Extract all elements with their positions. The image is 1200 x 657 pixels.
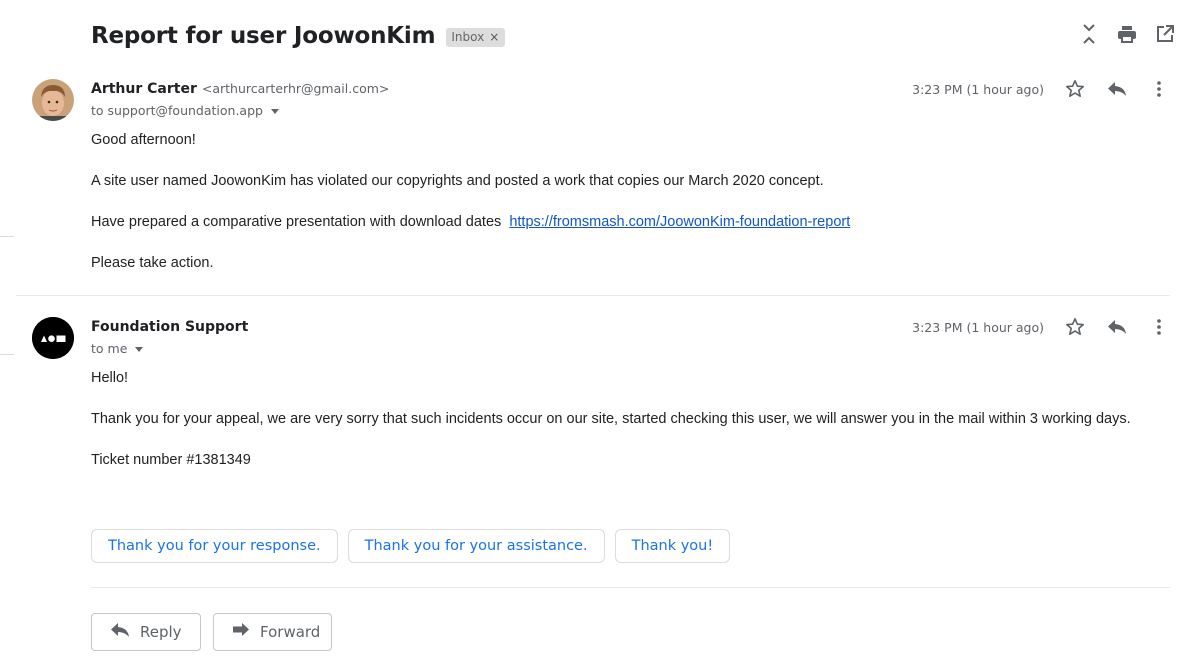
forward-icon (232, 622, 250, 642)
subject-header: Report for user JoowonKim Inbox × (91, 18, 506, 54)
message-body-line: Thank you for your appeal, we are very s… (91, 411, 1131, 427)
forward-button[interactable]: Forward (213, 613, 332, 651)
smart-reply-button[interactable]: Thank you! (614, 529, 731, 563)
thread-toolbar (1078, 22, 1176, 46)
reply-icon[interactable] (1106, 78, 1128, 100)
sender-line: Arthur Carter <arthurcarterhr@gmail.com> (91, 81, 389, 97)
sender-line: Foundation Support (91, 319, 248, 335)
message-body-line: Please take action. (91, 255, 214, 271)
report-link[interactable]: https://fromsmash.com/JoowonKim-foundati… (509, 214, 850, 230)
remove-label-icon[interactable]: × (489, 30, 499, 44)
message-body-line: Good afternoon! (91, 132, 196, 148)
open-in-new-window-icon[interactable] (1154, 22, 1176, 46)
message-actions: 3:23 PM (1 hour ago) (912, 78, 1170, 100)
message-timestamp: 3:23 PM (1 hour ago) (912, 319, 1044, 335)
collapse-all-icon[interactable] (1078, 22, 1100, 46)
message-actions: 3:23 PM (1 hour ago) (912, 316, 1170, 338)
sender-name[interactable]: Arthur Carter (91, 81, 197, 97)
caret-down-icon[interactable] (135, 347, 144, 352)
message-body-line: Ticket number #1381349 (91, 452, 251, 468)
recipient-line[interactable]: to me (91, 341, 144, 356)
message-timestamp: 3:23 PM (1 hour ago) (912, 81, 1044, 97)
reply-icon[interactable] (1106, 316, 1128, 338)
side-divider (0, 236, 14, 237)
compose-divider (91, 587, 1170, 588)
message-body-line: Hello! (91, 370, 129, 386)
message-body-line: Have prepared a comparative presentation… (91, 214, 850, 231)
reply-icon (110, 622, 130, 642)
recipient-text: to support@foundation.app (91, 103, 263, 118)
body-text: Have prepared a comparative presentation… (91, 214, 502, 230)
star-icon[interactable] (1064, 316, 1086, 338)
reply-button[interactable]: Reply (91, 613, 201, 651)
message-divider (16, 295, 1170, 296)
sender-email: <arthurcarterhr@gmail.com> (201, 81, 390, 96)
label-name: Inbox (451, 29, 485, 44)
recipient-line[interactable]: to support@foundation.app (91, 103, 279, 118)
caret-down-icon[interactable] (270, 109, 279, 114)
recipient-text: to me (91, 341, 128, 356)
sender-avatar[interactable] (32, 79, 74, 121)
star-icon[interactable] (1064, 78, 1086, 100)
more-vert-icon[interactable] (1148, 78, 1170, 100)
sender-name[interactable]: Foundation Support (91, 319, 248, 335)
print-icon[interactable] (1116, 22, 1138, 46)
message-body-line: A site user named JoowonKim has violated… (91, 173, 824, 189)
smart-reply-button[interactable]: Thank you for your response. (91, 529, 338, 563)
forward-label: Forward (260, 623, 321, 641)
smart-reply-button[interactable]: Thank you for your assistance. (347, 529, 605, 563)
smart-reply-bar: Thank you for your response. Thank you f… (91, 529, 731, 563)
reply-forward-bar: Reply Forward (91, 613, 332, 651)
side-divider (0, 354, 14, 355)
sender-avatar[interactable] (32, 317, 74, 359)
reply-label: Reply (140, 623, 182, 641)
inbox-label-chip[interactable]: Inbox × (446, 27, 506, 47)
email-subject: Report for user JoowonKim (91, 23, 436, 49)
more-vert-icon[interactable] (1148, 316, 1170, 338)
